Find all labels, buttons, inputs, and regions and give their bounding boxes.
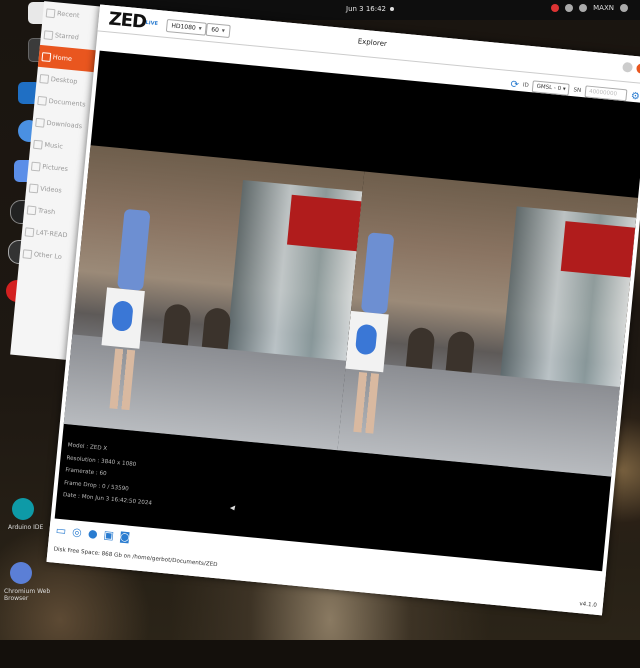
version-label: v4.1.0	[579, 601, 598, 609]
drive-icon	[24, 227, 35, 238]
volume-icon[interactable]	[579, 4, 588, 12]
sidebar-item-label: Other Lo	[33, 250, 63, 261]
live-badge: LIVE	[145, 19, 159, 28]
system-tray[interactable]: MAXN	[551, 4, 628, 12]
fps-select[interactable]: 60 ▾	[205, 22, 231, 38]
star-icon	[43, 30, 54, 41]
sidebar-item-label: Music	[44, 140, 64, 151]
sidebar-item-label: L4T-READ	[35, 228, 68, 240]
minimize-icon[interactable]	[622, 61, 634, 73]
camera-info: Model : ZED X Resolution : 3840 x 1080 F…	[62, 439, 157, 510]
sidebar-item-label: Trash	[37, 206, 56, 217]
sidebar-item-label: Pictures	[41, 162, 69, 174]
network-icon[interactable]	[565, 4, 574, 12]
red-banner	[286, 194, 362, 252]
camera-viewer[interactable]: ⟳ ID GMSL - 0 ▾ SN 40000000 ⚙ Model: ZE…	[54, 50, 640, 572]
red-banner	[560, 221, 636, 278]
tilted-windows: Recent Starred Home Desktop Documents Do…	[0, 0, 640, 668]
power-mode-label[interactable]: MAXN	[593, 4, 614, 12]
sidebar-item-label: Documents	[48, 96, 86, 109]
nvidia-icon[interactable]	[551, 4, 560, 12]
video-icon	[28, 183, 39, 194]
stream-icon[interactable]: ◎	[71, 525, 83, 539]
settings-icon[interactable]	[620, 4, 628, 12]
music-icon	[33, 139, 43, 150]
svo-icon[interactable]: ▣	[103, 528, 115, 542]
sidebar-item-label: Home	[52, 53, 73, 64]
camera-toolbar: ⟳ ID GMSL - 0 ▾ SN 40000000 ⚙	[510, 78, 640, 102]
document-icon	[37, 95, 48, 106]
folder-icon[interactable]: ▭	[55, 524, 67, 538]
zed-explorer-window: ZED LIVE HD1080 ▾ 60 ▾ Explorer ⟳ ID GMSL …	[46, 4, 640, 616]
resolution-value: HD1080	[171, 22, 197, 32]
refresh-icon[interactable]: ⟳	[510, 79, 519, 91]
chevron-down-icon: ▾	[198, 25, 203, 33]
picture-icon	[30, 161, 41, 172]
trash-icon	[26, 205, 37, 216]
resolution-select[interactable]: HD1080 ▾	[165, 18, 208, 36]
shirt	[117, 208, 151, 291]
sn-label: SN	[573, 87, 582, 94]
camera-select[interactable]: GMSL - 0 ▾	[532, 80, 571, 96]
sidebar-item-label: Starred	[54, 31, 80, 42]
sidebar-item-label: Downloads	[46, 118, 83, 131]
desktop-icon	[39, 74, 50, 84]
plus-icon	[22, 249, 33, 260]
right-camera-image	[337, 171, 639, 477]
mouse-cursor-icon	[229, 505, 237, 512]
window-title: Explorer	[357, 37, 388, 49]
disk-free-space: Disk Free Space: 868 Gb on /home/gerbot/…	[53, 546, 218, 569]
fps-value: 60	[210, 26, 220, 34]
home-icon	[41, 52, 52, 62]
chevron-down-icon: ▾	[221, 27, 226, 35]
stereo-image	[63, 145, 639, 477]
serial-number-input[interactable]: 40000000	[584, 85, 628, 102]
shirt	[360, 232, 395, 315]
sidebar-item-label: Videos	[39, 184, 63, 195]
gear-icon[interactable]: ⚙	[630, 90, 640, 102]
sidebar-item-label: Recent	[56, 9, 80, 20]
left-camera-image	[63, 145, 365, 451]
record-icon[interactable]: ●	[87, 527, 99, 541]
sidebar-item-label: Desktop	[50, 75, 78, 86]
zed-logo: ZED	[107, 8, 147, 33]
recent-icon	[45, 8, 56, 19]
close-icon[interactable]	[636, 63, 640, 75]
id-label: ID	[522, 82, 529, 89]
download-icon	[35, 117, 45, 128]
camera-value: GMSL - 0	[536, 83, 562, 93]
snapshot-icon[interactable]: ◙	[119, 530, 131, 544]
